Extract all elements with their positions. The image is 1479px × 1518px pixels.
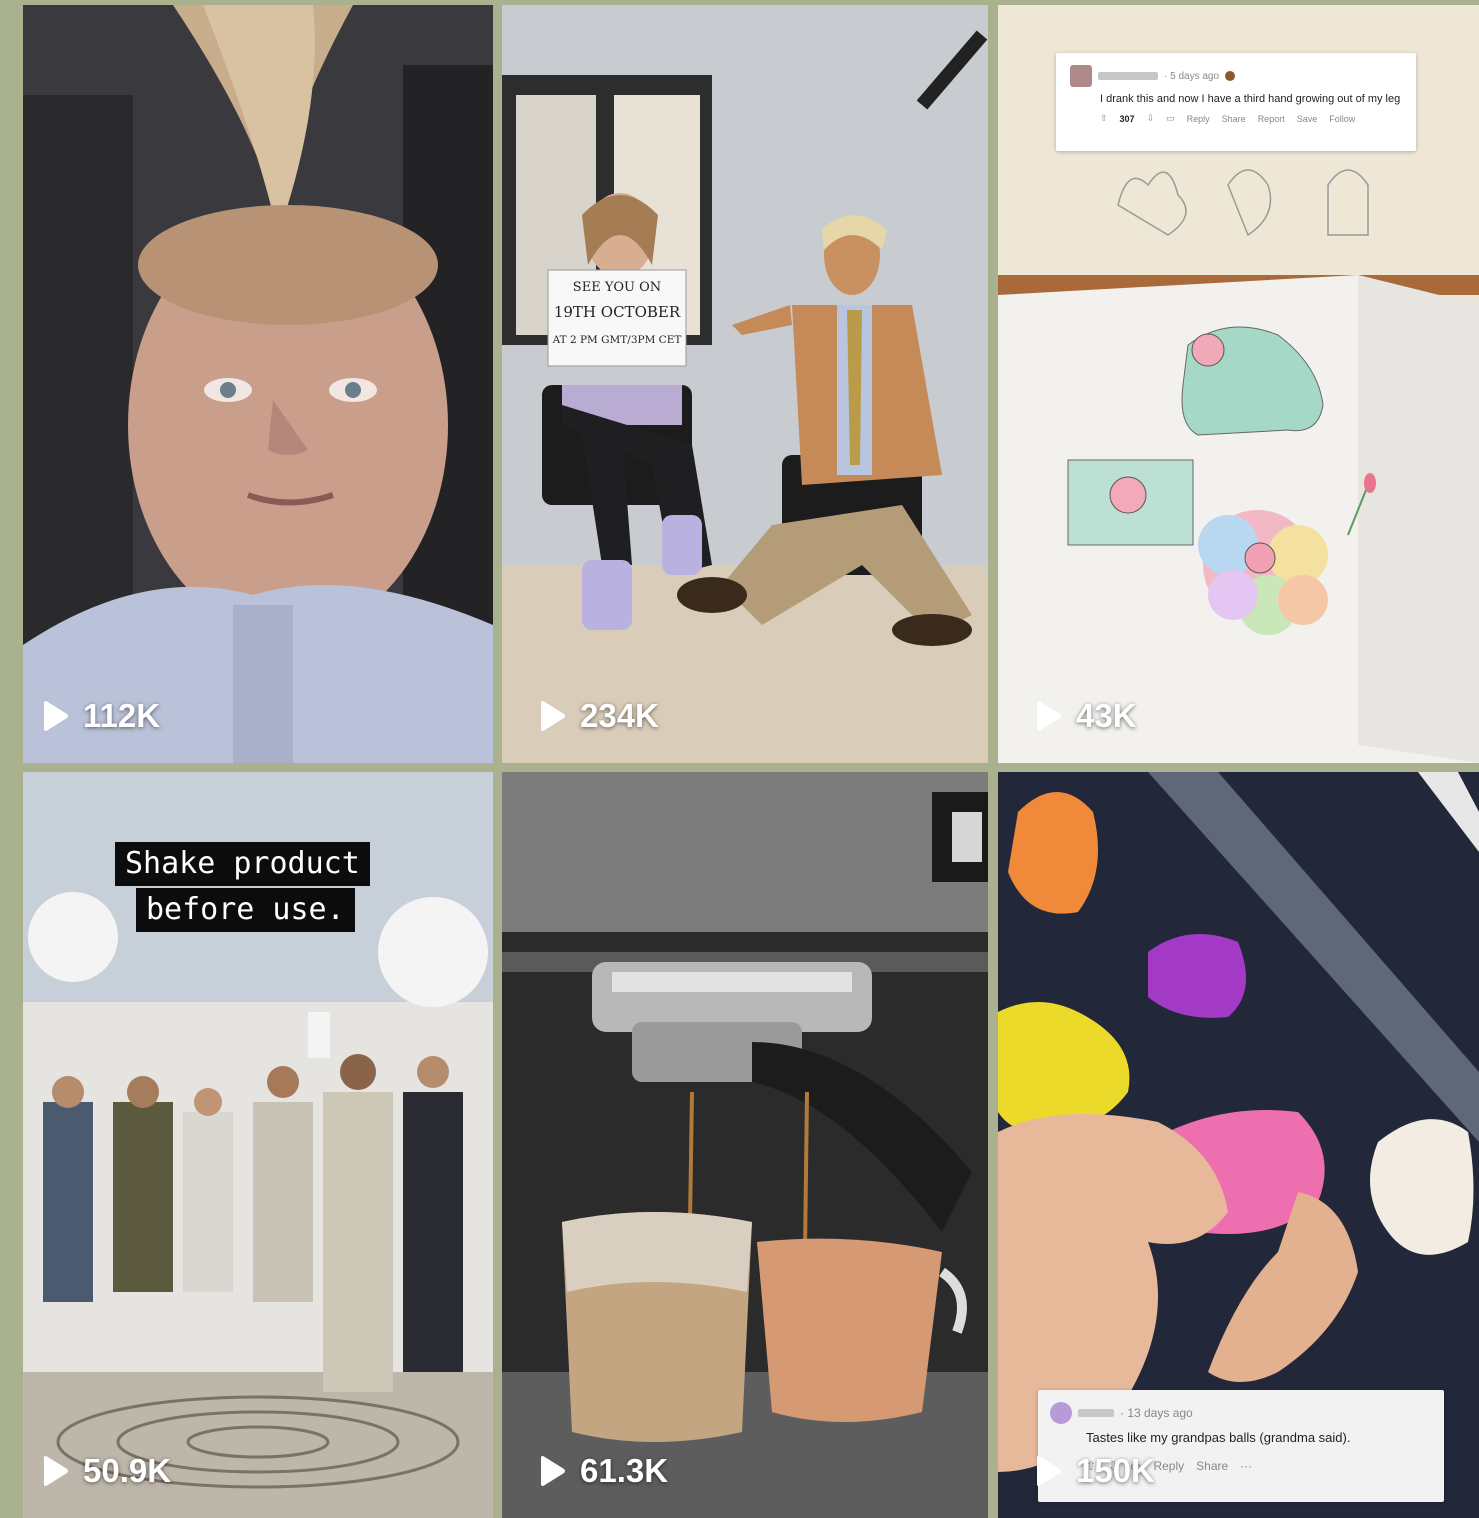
play-icon bbox=[44, 1456, 68, 1486]
username-redacted bbox=[1098, 72, 1158, 80]
sign-line-1: SEE YOU ON bbox=[573, 280, 661, 295]
play-icon bbox=[1037, 701, 1061, 731]
reply-button[interactable]: Reply bbox=[1187, 114, 1210, 124]
comment-icon[interactable]: ▭ bbox=[1166, 113, 1175, 124]
comment-text: I drank this and now I have a third hand… bbox=[1100, 93, 1401, 105]
view-count: 150K bbox=[1034, 1452, 1155, 1490]
video-tile-3[interactable]: · 5 days ago I drank this and now I have… bbox=[998, 5, 1479, 763]
downvote-icon[interactable]: ⇩ bbox=[1147, 113, 1155, 124]
view-count: 43K bbox=[1034, 697, 1137, 735]
view-count-text: 61.3K bbox=[580, 1452, 669, 1489]
share-button[interactable]: Share bbox=[1222, 114, 1246, 124]
comment-time: · 13 days ago bbox=[1120, 1406, 1193, 1420]
sign-line-2: 19TH OCTOBER bbox=[554, 303, 681, 321]
more-options-button[interactable]: ··· bbox=[1240, 1459, 1252, 1473]
avatar bbox=[1070, 65, 1092, 87]
sign-line-3: AT 2 PM GMT/3PM CET bbox=[552, 334, 682, 346]
view-count-text: 112K bbox=[83, 697, 161, 734]
view-count: 61.3K bbox=[538, 1452, 668, 1490]
video-tile-1[interactable]: 112K bbox=[23, 5, 493, 763]
view-count-text: 43K bbox=[1076, 697, 1137, 734]
share-button[interactable]: Share bbox=[1196, 1459, 1228, 1473]
username-redacted bbox=[1078, 1409, 1114, 1417]
view-count-text: 150K bbox=[1076, 1452, 1155, 1489]
upvote-icon[interactable]: ⇧ bbox=[1100, 113, 1108, 124]
video-tile-6[interactable]: · 13 days ago Tastes like my grandpas ba… bbox=[998, 772, 1479, 1518]
video-thumbnail-woman-lying bbox=[23, 5, 493, 763]
save-button[interactable]: Save bbox=[1297, 114, 1318, 124]
view-count-text: 234K bbox=[580, 697, 659, 734]
report-button[interactable]: Report bbox=[1258, 114, 1285, 124]
view-count: 234K bbox=[538, 697, 659, 735]
reply-button[interactable]: Reply bbox=[1153, 1459, 1184, 1473]
video-tile-5[interactable]: 61.3K bbox=[502, 772, 988, 1518]
comment-time: · 5 days ago bbox=[1164, 70, 1220, 82]
view-count-text: 50.9K bbox=[83, 1452, 172, 1489]
video-caption-line-2: before use. bbox=[136, 888, 355, 932]
video-tile-4[interactable]: Shake product before use. 50.9K bbox=[23, 772, 493, 1518]
award-icon bbox=[1225, 71, 1236, 81]
comment-card: · 5 days ago I drank this and now I have… bbox=[1056, 53, 1416, 151]
play-icon bbox=[541, 701, 565, 731]
view-count: 112K bbox=[41, 697, 160, 735]
video-grid: 112K SEE YOU ON 19TH OCTOBER AT 2 PM GMT… bbox=[0, 0, 1479, 1518]
avatar bbox=[1050, 1402, 1072, 1424]
video-thumbnail-woman-and-mannequin: SEE YOU ON 19TH OCTOBER AT 2 PM GMT/3PM … bbox=[502, 5, 988, 763]
video-thumbnail-espresso-machine bbox=[502, 772, 988, 1518]
comment-text: Tastes like my grandpas balls (grandma s… bbox=[1086, 1430, 1351, 1445]
play-icon bbox=[541, 1456, 565, 1486]
play-icon bbox=[44, 701, 68, 731]
play-icon bbox=[1037, 1456, 1061, 1486]
video-caption-line-1: Shake product bbox=[115, 842, 370, 886]
video-tile-2[interactable]: SEE YOU ON 19TH OCTOBER AT 2 PM GMT/3PM … bbox=[502, 5, 988, 763]
follow-button[interactable]: Follow bbox=[1329, 114, 1355, 124]
view-count: 50.9K bbox=[41, 1452, 171, 1490]
vote-count: 307 bbox=[1119, 113, 1135, 124]
